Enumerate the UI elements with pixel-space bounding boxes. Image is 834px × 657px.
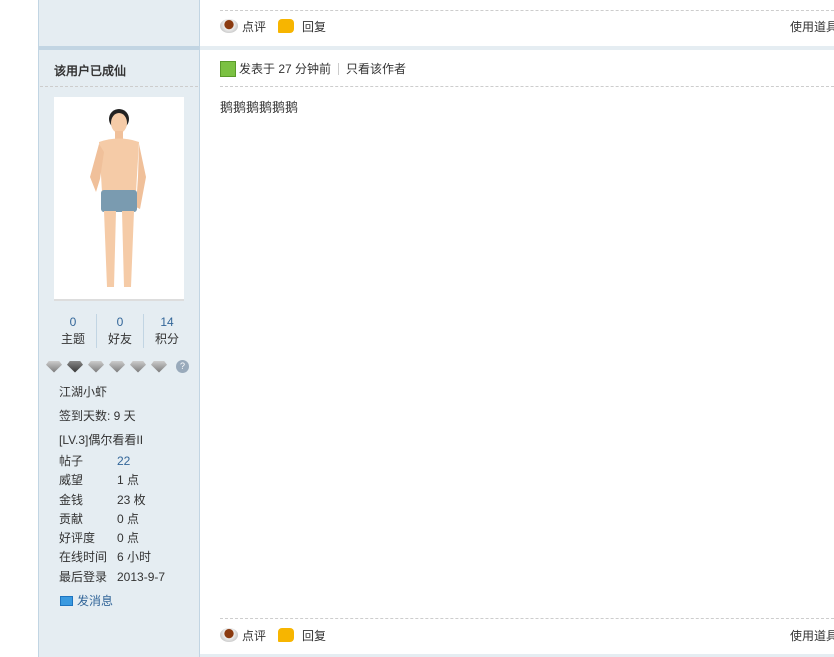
diamond-medal-icon[interactable] bbox=[130, 360, 146, 373]
divider bbox=[220, 86, 834, 87]
diamond-medal-icon[interactable] bbox=[109, 360, 125, 373]
diamond-medal-icon[interactable] bbox=[151, 360, 167, 373]
post-meta: 发表于 27 分钟前 只看该作者 bbox=[220, 60, 406, 77]
post-content: 鹅鹅鹅鹅鹅鹅 bbox=[220, 100, 299, 115]
coffee-cup-icon bbox=[220, 628, 238, 642]
diamond-medal-icon[interactable] bbox=[88, 360, 104, 373]
stat-threads[interactable]: 0 主题 bbox=[50, 314, 96, 348]
posts-count-link[interactable]: 22 bbox=[117, 452, 130, 471]
use-tools-button[interactable]: 使用道具 bbox=[790, 18, 834, 35]
prev-post-actions: 点评 回复 使用道具 bbox=[220, 16, 834, 36]
divider bbox=[220, 618, 834, 619]
author-details: 帖子 22 威望 1 点 金钱 23 枚 贡献 0 点 好评度 0 点 在线时间 6 小时 … bbox=[59, 452, 166, 584]
divider bbox=[40, 86, 198, 87]
user-icon bbox=[220, 60, 236, 77]
author-stats: 0 主题 0 好友 14 积分 bbox=[50, 314, 190, 348]
only-author-link[interactable]: 只看该作者 bbox=[346, 60, 406, 77]
divider bbox=[200, 46, 834, 50]
user-level: [LV.3]偶尔看看II bbox=[59, 433, 144, 447]
divider bbox=[220, 10, 834, 11]
help-icon[interactable]: ? bbox=[176, 360, 189, 373]
use-tools-button[interactable]: 使用道具 bbox=[790, 627, 834, 644]
reply-button[interactable]: 回复 bbox=[278, 627, 326, 644]
medals: ? bbox=[46, 360, 189, 373]
rate-button[interactable]: 点评 bbox=[220, 18, 266, 35]
checkin-days: 签到天数: 9 天 bbox=[59, 409, 136, 423]
stat-friends[interactable]: 0 好友 bbox=[96, 314, 143, 348]
post-actions: 点评 回复 使用道具 bbox=[220, 625, 834, 645]
prev-post-sidebar bbox=[38, 0, 200, 46]
user-title: 江湖小虾 bbox=[59, 385, 108, 399]
coffee-cup-icon bbox=[220, 19, 238, 33]
divider bbox=[338, 62, 340, 75]
diamond-medal-icon[interactable] bbox=[46, 360, 62, 373]
reply-button[interactable]: 回复 bbox=[278, 18, 326, 35]
avatar[interactable] bbox=[54, 97, 184, 301]
speech-bubble-icon bbox=[278, 628, 295, 642]
stat-points[interactable]: 14 积分 bbox=[143, 314, 190, 348]
send-message-link[interactable]: 发消息 bbox=[60, 592, 113, 609]
rate-button[interactable]: 点评 bbox=[220, 627, 266, 644]
envelope-icon bbox=[60, 595, 73, 606]
author-name[interactable]: 该用户已成仙 bbox=[54, 62, 126, 79]
diamond-medal-icon[interactable] bbox=[67, 360, 83, 373]
speech-bubble-icon bbox=[278, 19, 295, 33]
post-time: 发表于 27 分钟前 bbox=[239, 62, 332, 76]
